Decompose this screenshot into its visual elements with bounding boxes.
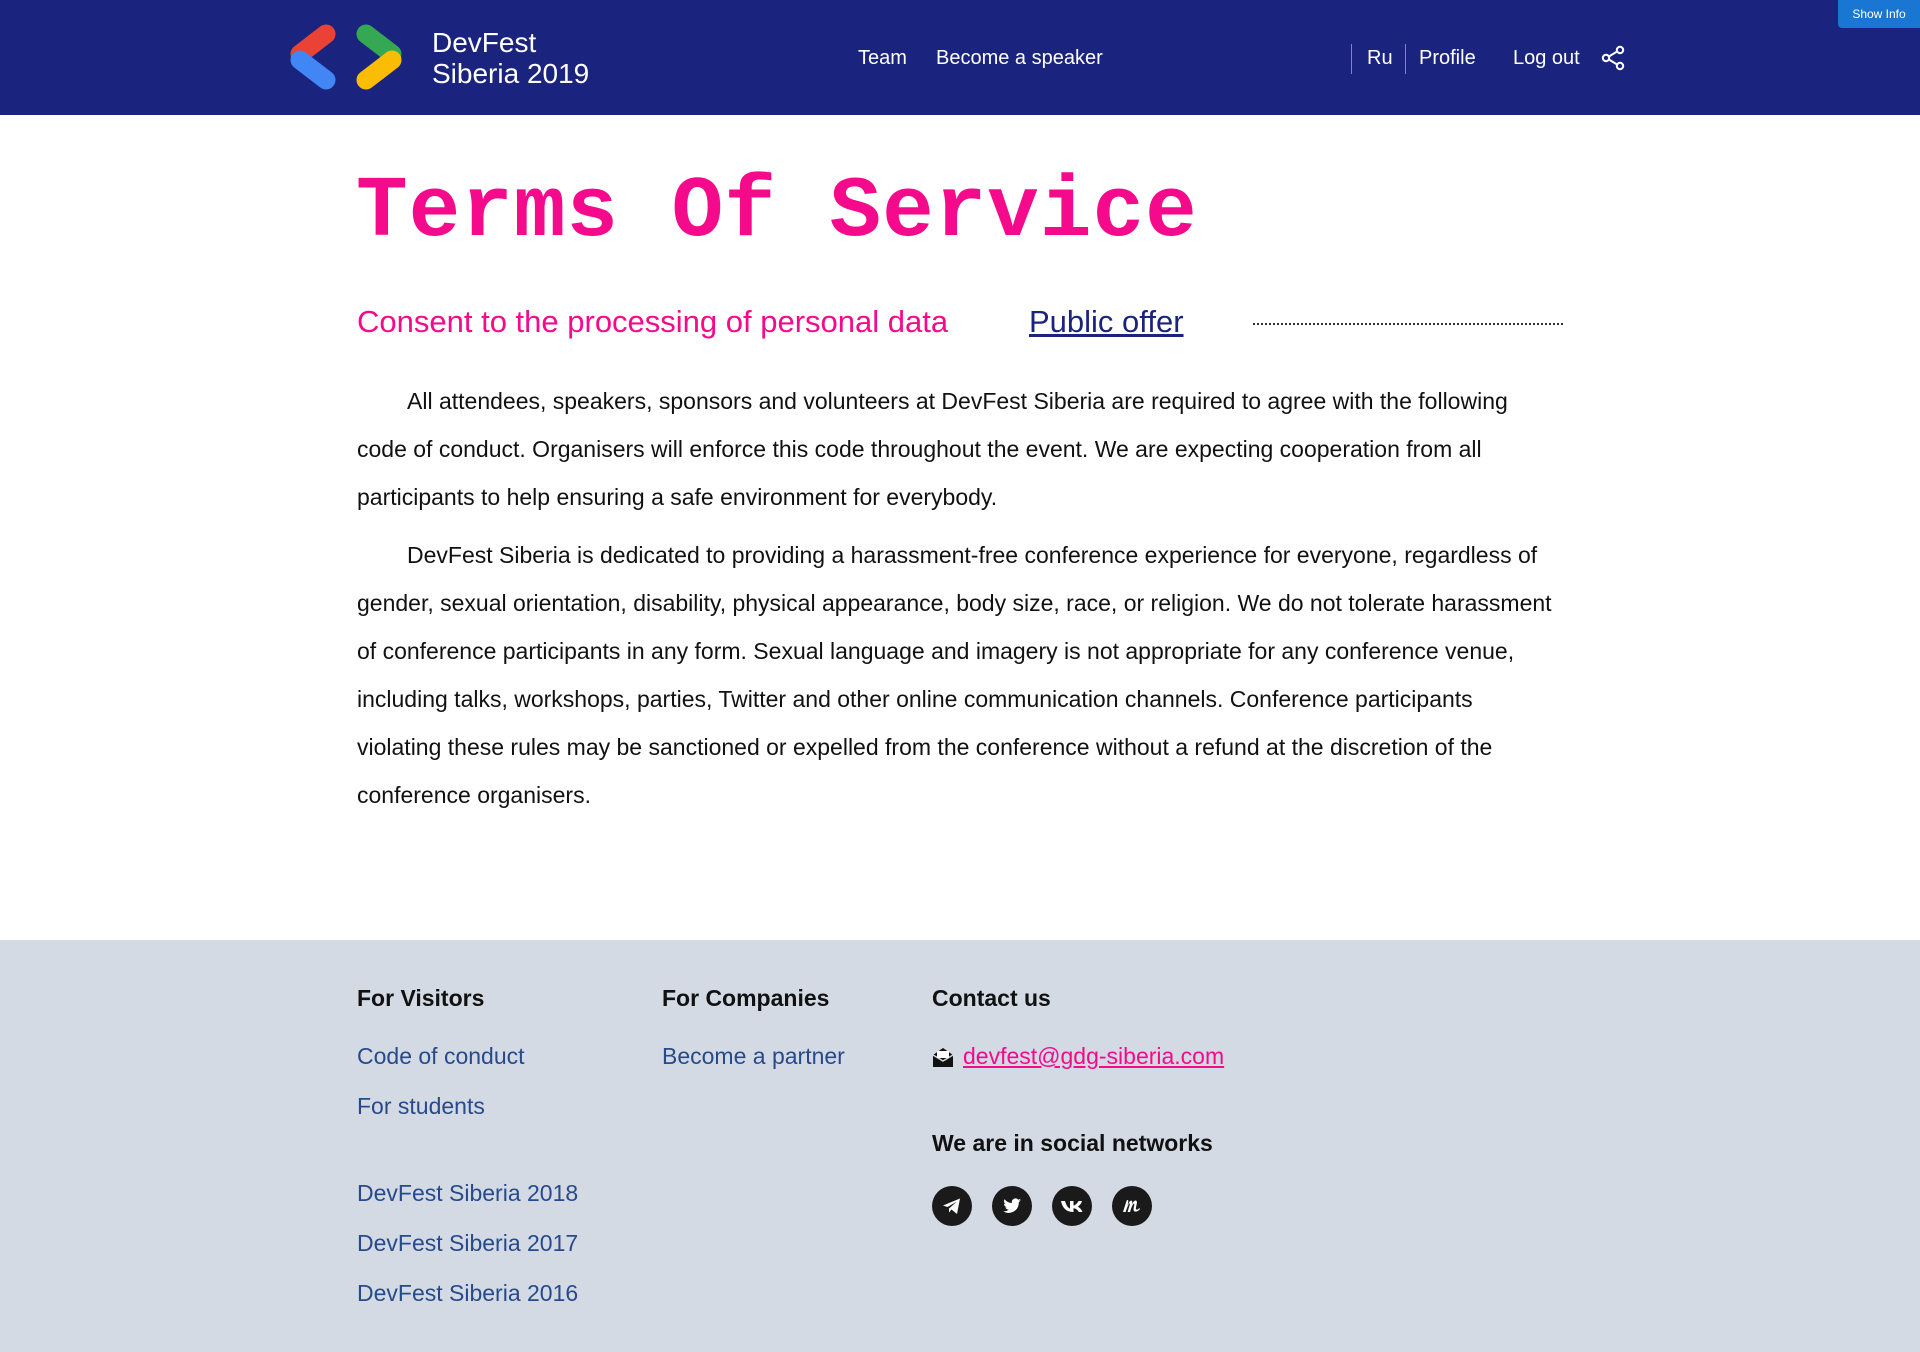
footer-link-become-partner[interactable]: Become a partner (662, 1041, 845, 1071)
footer-heading-social: We are in social networks (932, 1130, 1213, 1156)
envelope-icon (932, 1048, 954, 1067)
header: DevFest Siberia 2019 Team Become a speak… (0, 0, 1920, 115)
footer-link-devfest-2016[interactable]: DevFest Siberia 2016 (357, 1278, 578, 1308)
footer-link-devfest-2017[interactable]: DevFest Siberia 2017 (357, 1228, 578, 1258)
tab-public-offer[interactable]: Public offer (1029, 302, 1184, 342)
terms-paragraph: All attendees, speakers, sponsors and vo… (357, 388, 1508, 510)
contact-email-link[interactable]: devfest@gdg-siberia.com (963, 1041, 1224, 1071)
footer-link-devfest-2018[interactable]: DevFest Siberia 2018 (357, 1178, 578, 1208)
page-title: Terms Of Service (356, 163, 1198, 261)
twitter-icon[interactable] (992, 1186, 1032, 1226)
logo-text: DevFest Siberia 2019 (432, 27, 589, 89)
telegram-icon[interactable] (932, 1186, 972, 1226)
language-switch[interactable]: Ru (1367, 44, 1393, 72)
vk-icon[interactable] (1052, 1186, 1092, 1226)
nav-become-speaker[interactable]: Become a speaker (936, 44, 1103, 72)
footer-heading-visitors: For Visitors (357, 985, 485, 1011)
devfest-logo-icon (290, 24, 402, 90)
nav-team[interactable]: Team (858, 44, 907, 72)
logo[interactable]: DevFest Siberia 2019 (288, 24, 598, 92)
show-info-button[interactable]: Show Info (1838, 0, 1920, 28)
footer-link-code-of-conduct[interactable]: Code of conduct (357, 1041, 525, 1071)
meetup-icon[interactable] (1112, 1186, 1152, 1226)
nav-divider (1351, 44, 1352, 74)
tab-underline-divider (1253, 323, 1563, 325)
footer-link-for-students[interactable]: For students (357, 1091, 485, 1121)
terms-content: All attendees, speakers, sponsors and vo… (357, 377, 1557, 829)
footer-heading-contact: Contact us (932, 985, 1051, 1011)
logout-button[interactable]: Log out (1513, 44, 1580, 72)
tab-consent[interactable]: Consent to the processing of personal da… (357, 302, 948, 342)
logo-line-2: Siberia 2019 (432, 58, 590, 89)
share-icon[interactable] (1600, 45, 1626, 71)
nav-divider (1405, 44, 1406, 74)
terms-paragraph: DevFest Siberia is dedicated to providin… (357, 542, 1552, 808)
footer-heading-companies: For Companies (662, 985, 830, 1011)
logo-line-1: DevFest (432, 27, 537, 58)
nav-profile[interactable]: Profile (1419, 44, 1476, 72)
